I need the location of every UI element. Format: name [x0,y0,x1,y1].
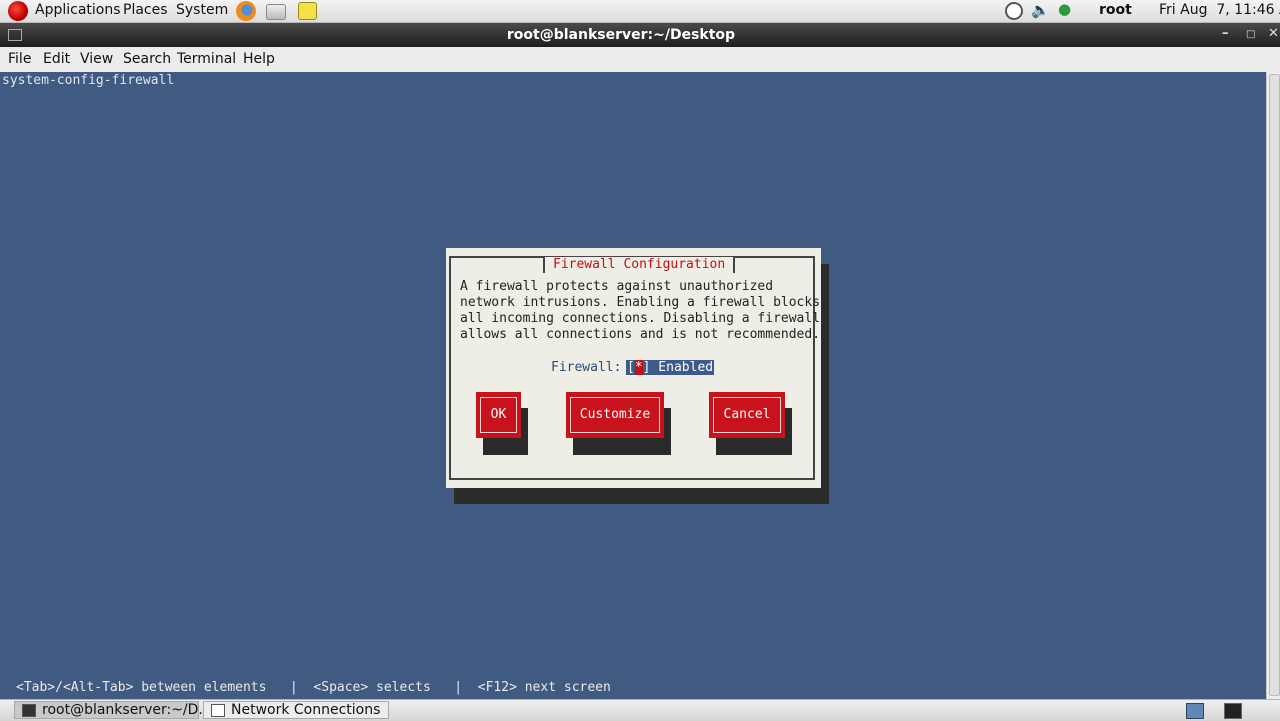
checkbox-label: ] Enabled [642,360,714,375]
checkbox-mark: * [634,360,643,375]
clock-icon[interactable] [1005,2,1023,20]
customize-button-label: Customize [570,397,660,433]
firefox-icon[interactable] [236,1,256,21]
menu-bar: File Edit View Search Terminal Help [0,47,1280,73]
dialog-title: Firewall Configuration [543,257,736,273]
firewall-dialog: Firewall Configuration A firewall protec… [446,248,821,488]
task-terminal[interactable]: root@blankserver:~/D... [14,701,212,719]
applications-menu[interactable]: Applications [35,2,121,18]
menu-edit[interactable]: Edit [43,51,70,67]
system-menu[interactable]: System [176,2,228,18]
menu-help[interactable]: Help [243,51,275,67]
window-title-bar[interactable]: root@blankserver:~/Desktop – □ ✕ [0,23,1280,47]
customize-button[interactable]: Customize [566,392,664,438]
task-label: Network Connections [231,702,381,718]
dialog-text-line: A firewall protects against unauthorized [460,279,774,294]
dialog-text-line: allows all connections and is not recomm… [460,327,821,342]
scrollbar-thumb[interactable] [1269,74,1280,696]
notes-icon[interactable] [298,2,317,20]
dialog-text-line: network intrusions. Enabling a firewall … [460,295,821,310]
menu-file[interactable]: File [8,51,31,67]
show-desktop-icon[interactable] [1186,703,1204,719]
task-label: root@blankserver:~/D... [42,702,212,718]
bottom-taskbar: root@blankserver:~/D... Network Connecti… [0,699,1280,721]
cancel-button-label: Cancel [713,397,781,433]
ok-button-label: OK [480,397,517,433]
terminal-icon [22,704,36,717]
menu-view[interactable]: View [80,51,113,67]
menu-search[interactable]: Search [123,51,171,67]
task-network-connections[interactable]: Network Connections [203,701,389,719]
checkbox-open-bracket: [ [627,360,635,375]
places-menu[interactable]: Places [123,2,168,18]
close-button[interactable]: ✕ [1268,26,1279,41]
redhat-logo-icon[interactable] [8,1,28,21]
terminal-area[interactable]: system-config-firewall Firewall Configur… [0,72,1266,699]
ok-button[interactable]: OK [476,392,521,438]
top-panel: Applications Places System 🔈 ● root Fri … [0,0,1280,23]
network-icon[interactable]: ● [1058,0,1076,18]
workspace-switcher-icon[interactable] [1224,703,1242,719]
maximize-button[interactable]: □ [1246,29,1255,40]
menu-terminal[interactable]: Terminal [177,51,236,67]
firewall-label: Firewall: [551,360,622,375]
dialog-text-line: all incoming connections. Disabling a fi… [460,311,821,326]
window-title: root@blankserver:~/Desktop [506,27,736,43]
keyboard-hints: <Tab>/<Alt-Tab> between elements | <Spac… [16,680,611,695]
user-name[interactable]: root [1099,2,1132,18]
volume-icon[interactable]: 🔈 [1031,1,1050,19]
command-line: system-config-firewall [2,73,175,88]
minimize-button[interactable]: – [1222,26,1229,41]
dialog-description: A firewall protects against unauthorized… [460,279,820,343]
firewall-enabled-checkbox[interactable]: [*] Enabled [626,360,715,375]
clock[interactable]: Fri Aug 7, 11:46 AM [1159,2,1280,18]
mail-icon[interactable] [266,4,286,20]
terminal-scrollbar[interactable] [1266,72,1280,699]
network-connections-icon [211,704,225,717]
cancel-button[interactable]: Cancel [709,392,785,438]
